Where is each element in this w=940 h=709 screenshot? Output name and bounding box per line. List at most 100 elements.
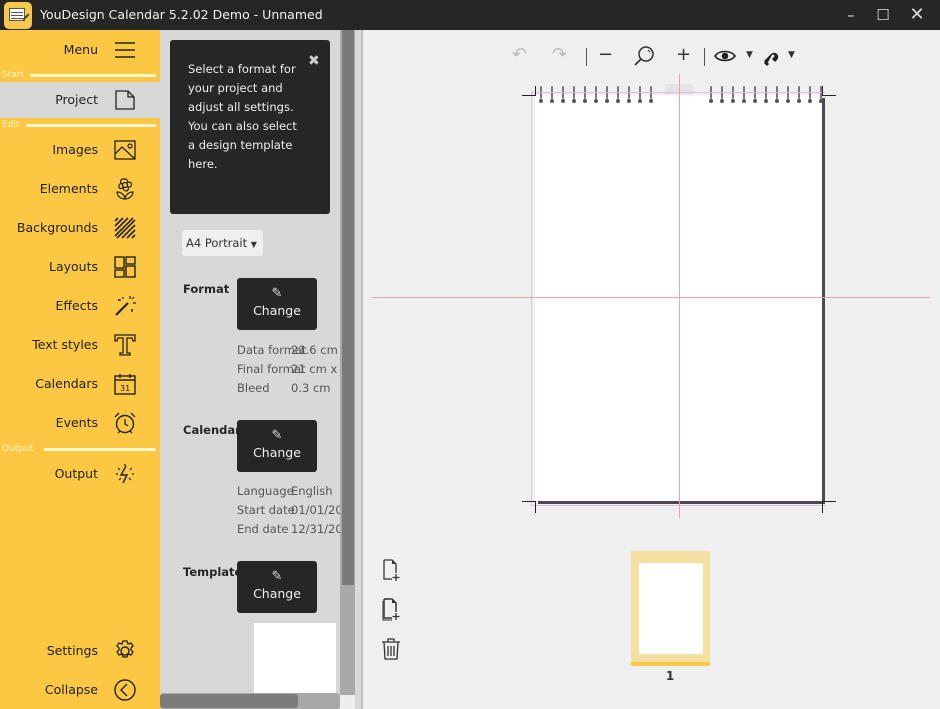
duplicate-page-button[interactable]	[380, 597, 402, 621]
sidebar-item-images[interactable]: Images	[0, 132, 160, 168]
sidebar-item-effects[interactable]: Effects	[0, 288, 160, 324]
snap-options-button[interactable]	[762, 47, 784, 72]
format-dropdown[interactable]: A4 Portrait ▼	[182, 230, 263, 256]
sidebar-item-layouts[interactable]: Layouts	[0, 249, 160, 285]
bleed-guide	[531, 92, 532, 506]
add-page-button[interactable]	[380, 558, 402, 582]
info-value: 21.6 cm x	[291, 343, 340, 357]
section-divider	[30, 74, 156, 77]
sidebar-item-calendars[interactable]: Calendars 31	[0, 366, 160, 402]
sidebar-item-events[interactable]: Events	[0, 405, 160, 441]
scrollbar-thumb[interactable]	[160, 694, 298, 708]
panel-horizontal-scrollbar[interactable]	[160, 693, 340, 709]
crop-mark	[535, 501, 536, 513]
toolbar-divider	[704, 48, 705, 66]
alarm-clock-icon	[113, 411, 137, 435]
info-row: Start date01/01/20	[237, 503, 340, 517]
magnet-icon	[763, 52, 779, 67]
center-guide-horizontal[interactable]	[372, 297, 930, 298]
hamburger-icon	[113, 38, 137, 62]
redo-button[interactable]: ↷	[552, 44, 567, 65]
magic-wand-icon	[113, 294, 137, 318]
panel-splitter[interactable]	[355, 30, 363, 709]
info-value: 01/01/20	[291, 503, 340, 517]
info-value: 0.3 cm	[291, 381, 331, 395]
sidebar: Menu Start Project Edit Images Elements …	[0, 30, 160, 709]
caret-down-icon: ▼	[250, 240, 257, 249]
flower-icon	[113, 177, 137, 201]
project-panel: Select a format for your project and adj…	[160, 30, 340, 709]
sidebar-item-elements[interactable]: Elements	[0, 171, 160, 207]
crop-mark	[822, 501, 823, 513]
sidebar-item-settings[interactable]: Settings	[0, 633, 160, 669]
sidebar-item-label: Text styles	[32, 337, 98, 352]
change-calendar-label: Change	[253, 445, 301, 460]
maximize-button[interactable]: ☐	[866, 0, 900, 30]
change-template-button[interactable]: ✎ Change	[237, 561, 317, 613]
info-key: Bleed	[237, 381, 270, 395]
minimize-button[interactable]: –	[834, 0, 868, 30]
info-row: End date 12/31/20	[237, 522, 340, 536]
snap-dropdown-caret-icon[interactable]: ▼	[788, 50, 795, 60]
gear-icon	[113, 639, 137, 663]
calendar-icon: 31	[113, 372, 137, 396]
format-dropdown-value: A4 Portrait	[186, 236, 248, 250]
pencil-icon: ✎	[271, 286, 283, 301]
sidebar-item-text-styles[interactable]: Text styles	[0, 327, 160, 363]
zoom-out-button[interactable]: −	[598, 44, 613, 65]
change-template-label: Change	[253, 586, 301, 601]
zoom-fit-button[interactable]	[632, 44, 656, 73]
sidebar-item-label: Project	[55, 92, 98, 107]
selected-indicator	[631, 662, 710, 666]
section-edit-label: Edit	[2, 120, 20, 130]
scrollbar-thumb[interactable]	[342, 30, 354, 585]
layout-icon	[113, 255, 137, 279]
page-number: 1	[665, 669, 675, 683]
undo-button[interactable]: ↶	[512, 44, 527, 65]
sidebar-item-label: Backgrounds	[16, 220, 98, 235]
hint-text: Select a format for your project and adj…	[188, 62, 297, 171]
collapse-button[interactable]: Collapse	[0, 672, 160, 708]
close-hint-icon[interactable]: ✖	[308, 53, 320, 69]
crop-mark	[522, 95, 536, 96]
template-preview[interactable]	[254, 623, 336, 693]
change-calendar-button[interactable]: ✎ Change	[237, 420, 317, 472]
window-title: YouDesign Calendar 5.2.02 Demo - Unnamed	[40, 7, 323, 22]
hint-tooltip: Select a format for your project and adj…	[170, 40, 330, 214]
sidebar-item-label: Calendars	[35, 376, 98, 391]
sidebar-item-label: Layouts	[48, 259, 98, 274]
zoom-in-button[interactable]: +	[676, 44, 691, 65]
section-divider	[26, 124, 156, 127]
trash-icon	[382, 638, 400, 660]
close-button[interactable]: ✕	[900, 0, 934, 30]
menu-label: Menu	[63, 42, 98, 57]
page-icon	[113, 88, 137, 112]
section-start-label: Start	[2, 70, 24, 80]
info-key: Language	[237, 484, 294, 498]
info-row: LanguageEnglish	[237, 484, 333, 498]
page-thumbnail-preview	[639, 563, 703, 654]
sidebar-item-project[interactable]: Project	[0, 82, 160, 118]
menu-button[interactable]: Menu	[0, 32, 160, 68]
chevron-left-circle-icon	[113, 678, 137, 702]
view-dropdown-caret-icon[interactable]: ▼	[746, 50, 753, 60]
panel-vertical-scrollbar[interactable]	[340, 30, 355, 695]
info-row: Data format21.6 cm x	[237, 343, 340, 357]
view-options-button[interactable]	[714, 47, 736, 70]
info-key: Final format	[237, 362, 306, 376]
sidebar-item-label: Events	[55, 415, 98, 430]
sidebar-item-output[interactable]: Output	[0, 456, 160, 492]
spiral-binding-left	[536, 86, 657, 106]
section-divider	[44, 448, 156, 451]
center-guide-vertical[interactable]	[679, 74, 680, 518]
sidebar-item-backgrounds[interactable]: Backgrounds	[0, 210, 160, 246]
bleed-guide	[531, 505, 825, 506]
change-format-button[interactable]: ✎ Change	[237, 278, 317, 330]
change-format-label: Change	[253, 303, 301, 318]
info-key: End date	[237, 522, 289, 536]
info-row: Final format21 cm x	[237, 362, 337, 376]
page-thumbnail[interactable]	[631, 551, 710, 666]
svg-text:31: 31	[120, 384, 130, 393]
add-page-icon	[383, 559, 400, 581]
delete-page-button[interactable]	[380, 637, 402, 661]
